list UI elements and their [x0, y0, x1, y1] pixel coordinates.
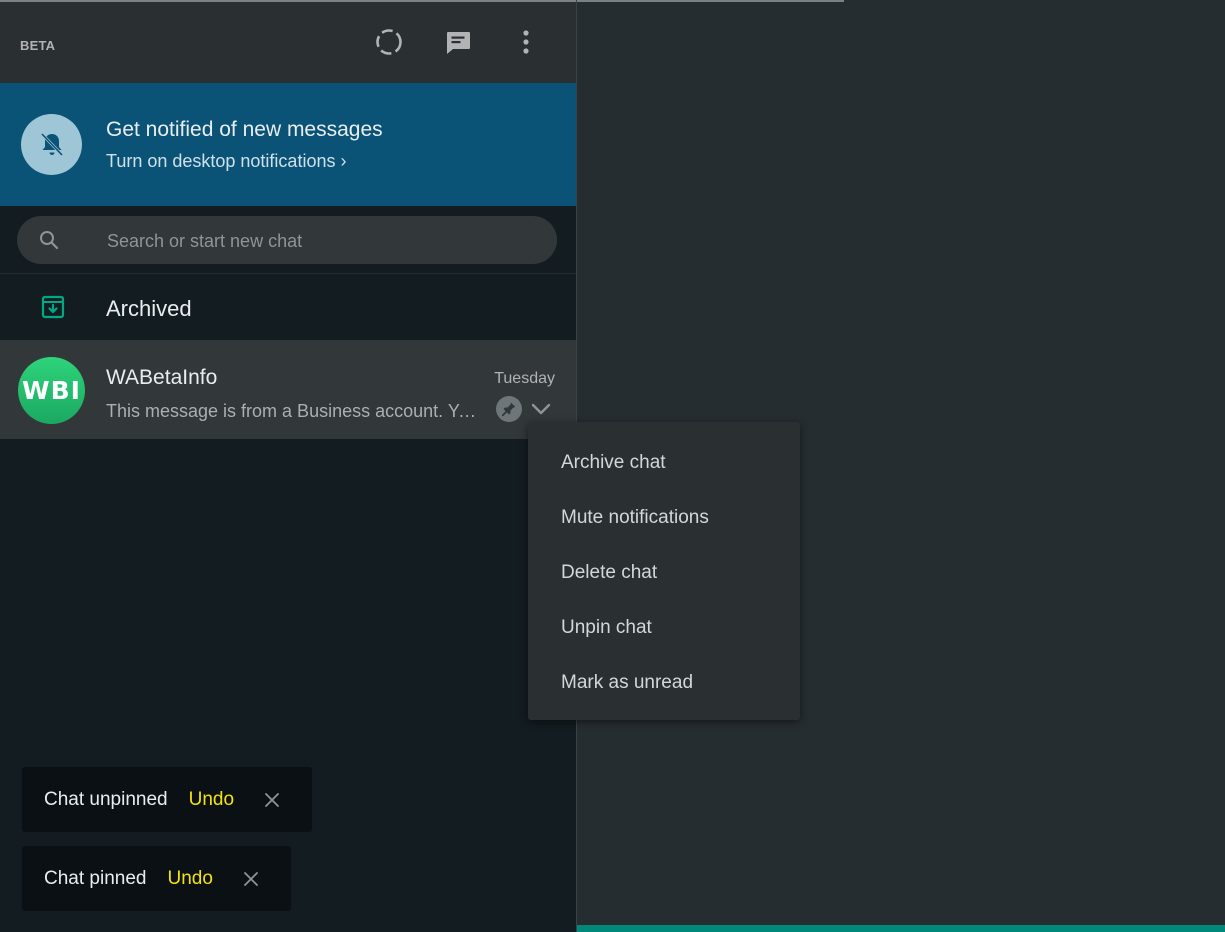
sidebar-header: BETA: [0, 2, 576, 83]
chat-timestamp: Tuesday: [494, 370, 555, 387]
search-icon: [40, 231, 59, 250]
toast-chat-unpinned: Chat unpinned Undo: [22, 767, 312, 832]
menu-dots-icon[interactable]: [508, 24, 544, 60]
menu-item-unpin-chat[interactable]: Unpin chat: [528, 600, 800, 655]
search-input[interactable]: [105, 216, 529, 266]
chat-list-item[interactable]: WBI WABetaInfo Tuesday This message is f…: [0, 340, 576, 439]
chat-list-pane: BETA Get notified of new messages Turn o…: [0, 2, 576, 932]
close-icon[interactable]: [241, 869, 261, 889]
chat-context-menu: Archive chat Mute notifications Delete c…: [528, 422, 800, 720]
search-box[interactable]: [17, 216, 557, 266]
archived-row[interactable]: Archived: [0, 274, 576, 340]
status-icon[interactable]: [371, 24, 407, 60]
toast-message: Chat pinned: [44, 867, 147, 889]
menu-item-mute-notifications[interactable]: Mute notifications: [528, 490, 800, 545]
menu-item-archive-chat[interactable]: Archive chat: [528, 435, 800, 490]
archive-icon: [41, 295, 65, 319]
notification-banner[interactable]: Get notified of new messages Turn on des…: [0, 83, 576, 206]
search-section: [0, 206, 576, 274]
pin-icon: [496, 396, 522, 422]
enable-notifications-link[interactable]: Turn on desktop notifications ›: [106, 151, 346, 172]
undo-button[interactable]: Undo: [189, 789, 234, 811]
chevron-down-icon[interactable]: [528, 398, 554, 420]
bell-off-icon: [21, 114, 82, 175]
new-chat-icon[interactable]: [440, 24, 476, 60]
menu-item-delete-chat[interactable]: Delete chat: [528, 545, 800, 600]
toast-message: Chat unpinned: [44, 788, 168, 810]
avatar: WBI: [18, 357, 85, 424]
accent-bar: [577, 925, 1225, 932]
chat-preview: This message is from a Business account.…: [106, 401, 486, 421]
toast-chat-pinned: Chat pinned Undo: [22, 846, 291, 911]
archived-label: Archived: [106, 296, 192, 321]
avatar-text: WBI: [22, 376, 81, 405]
undo-button[interactable]: Undo: [167, 868, 212, 890]
beta-badge: BETA: [20, 38, 56, 53]
menu-item-mark-as-unread[interactable]: Mark as unread: [528, 655, 800, 710]
chat-name: WABetaInfo: [106, 366, 218, 389]
notification-title: Get notified of new messages: [106, 118, 383, 141]
close-icon[interactable]: [262, 790, 282, 810]
